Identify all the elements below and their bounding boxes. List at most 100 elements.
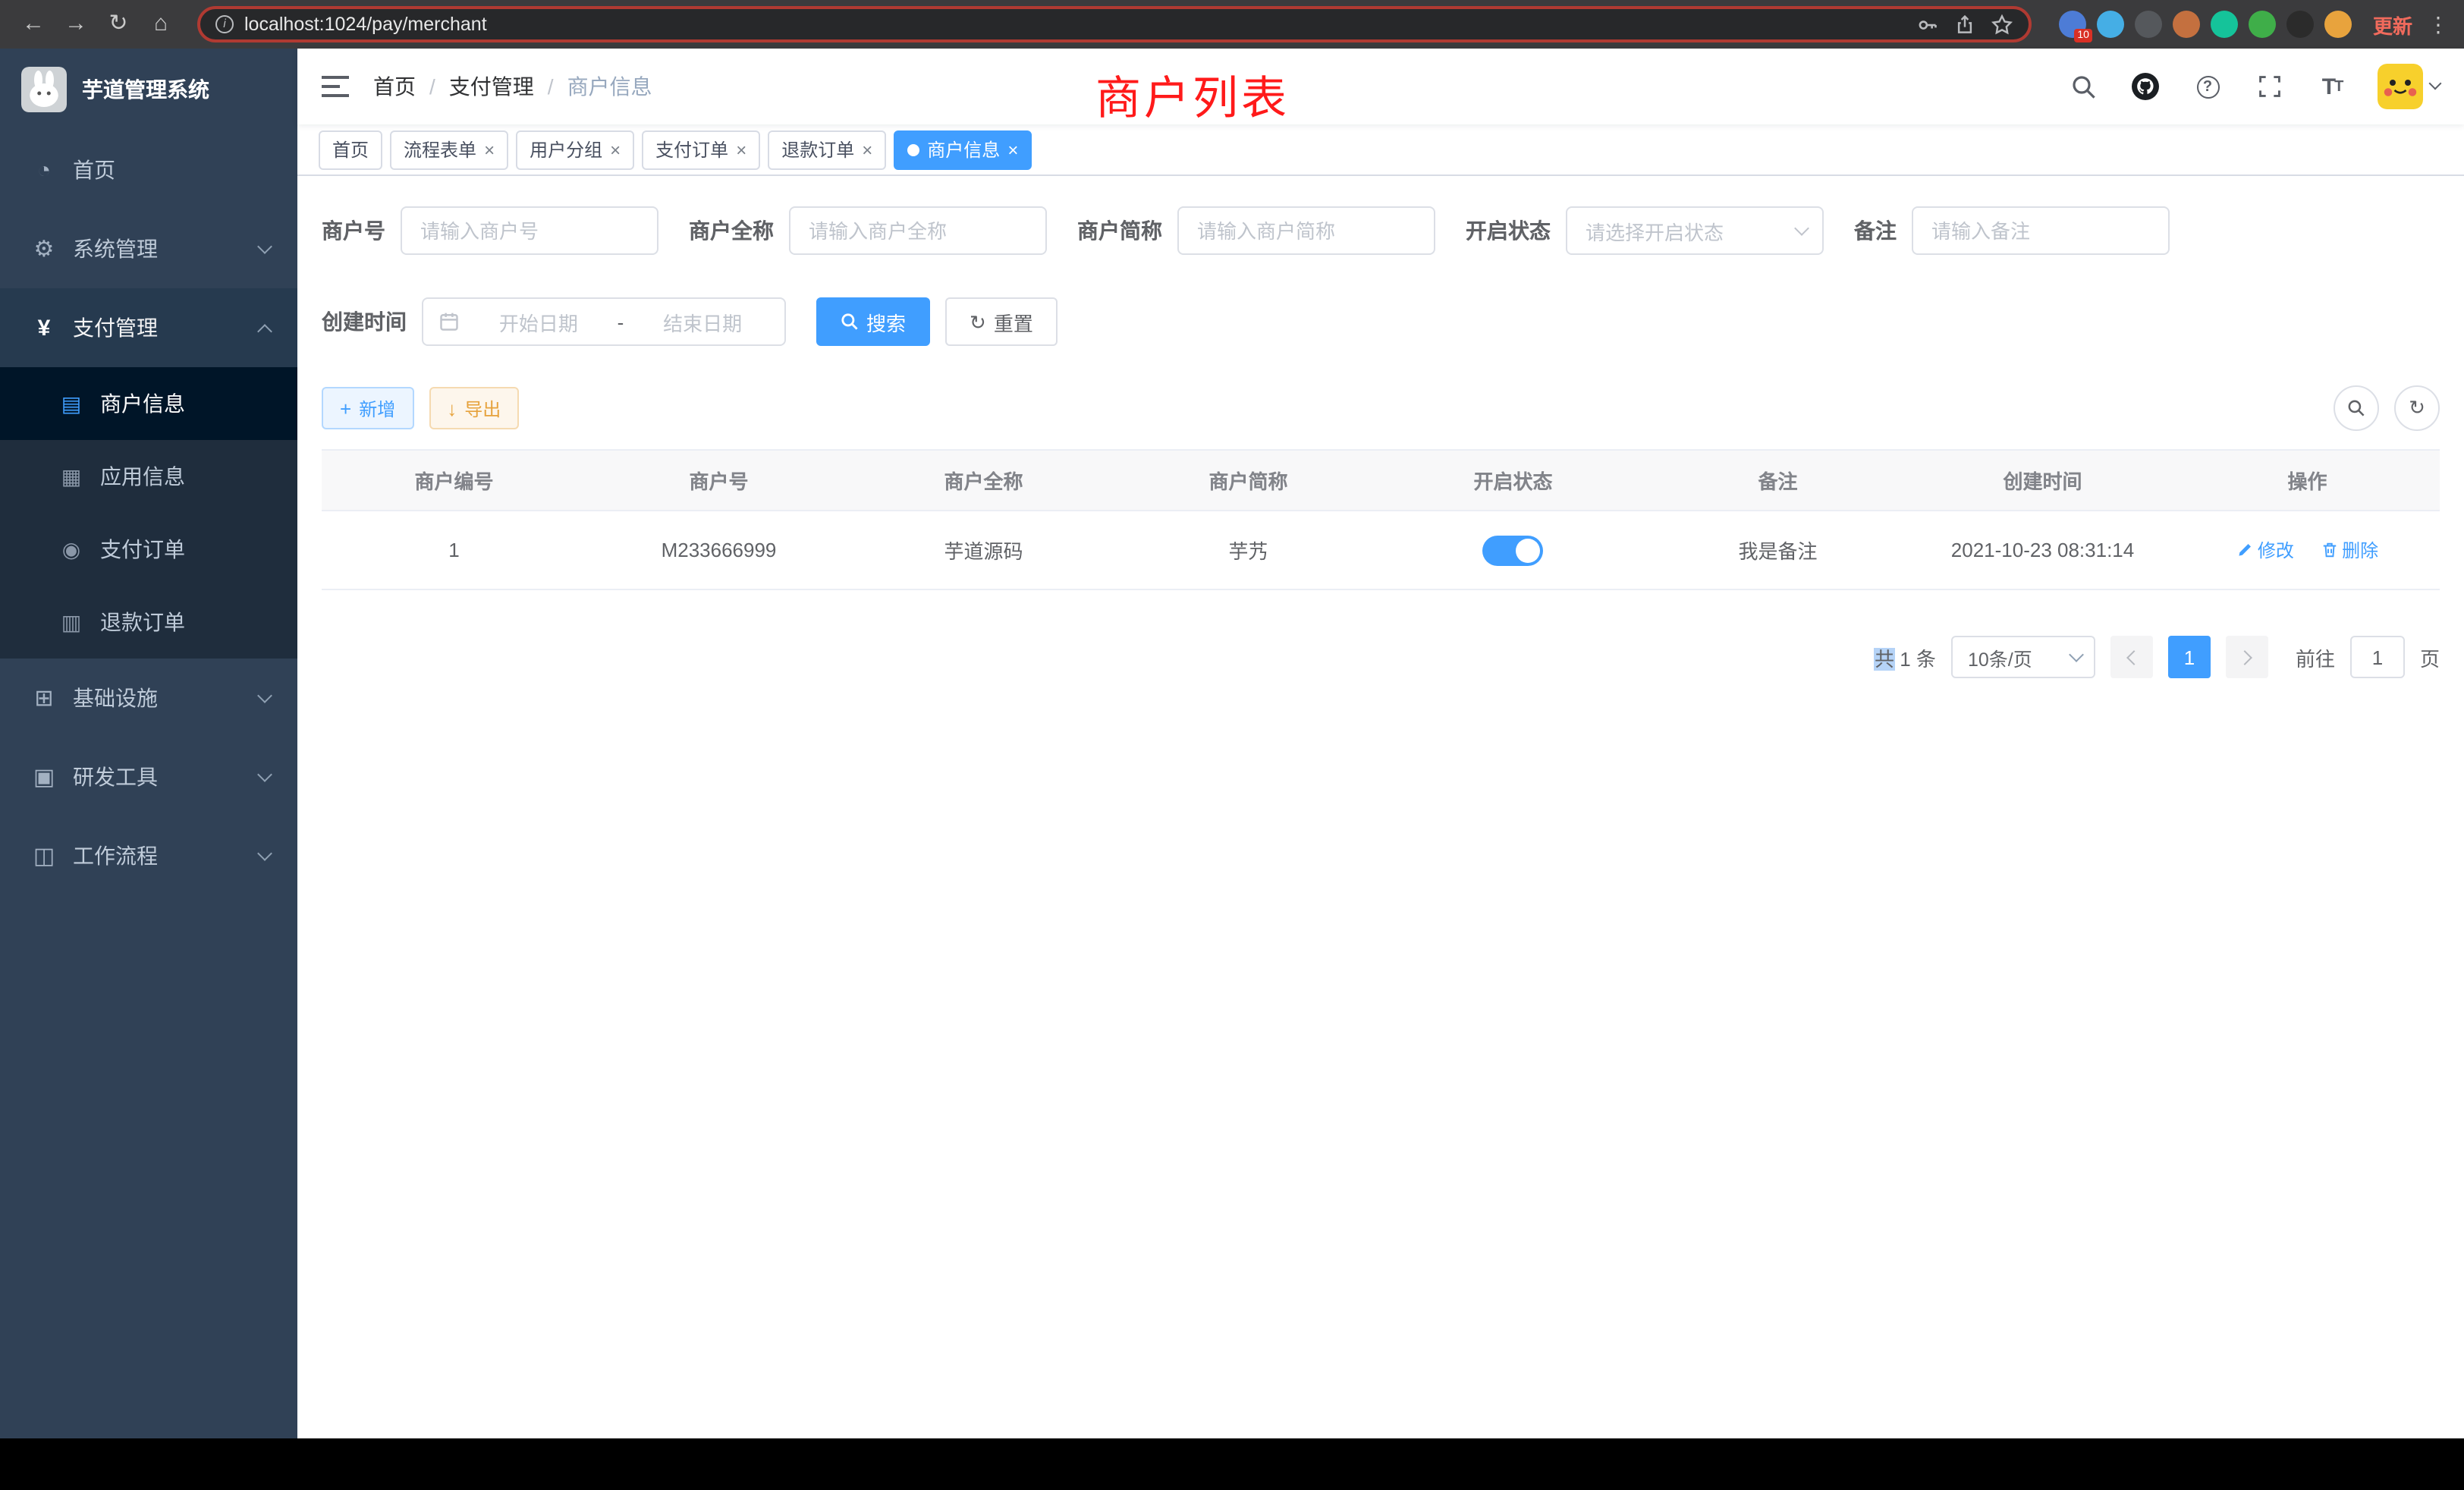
merchant-table: 商户编号 商户号 商户全称 商户简称 开启状态 备注 创建时间 操作 1 M23… xyxy=(322,449,2440,590)
close-icon[interactable]: × xyxy=(484,140,495,159)
status-toggle[interactable] xyxy=(1483,535,1544,565)
extension-icon[interactable] xyxy=(2286,11,2314,38)
sidebar-logo[interactable]: 芋道管理系统 xyxy=(0,49,297,130)
browser-back-icon[interactable]: ← xyxy=(15,0,52,49)
sidebar-item-refund-orders[interactable]: ▥ 退款订单 xyxy=(0,586,297,659)
chevron-left-icon xyxy=(2126,649,2142,665)
sidebar-item-payment[interactable]: ¥ 支付管理 xyxy=(0,288,297,367)
sidebar-item-pay-orders[interactable]: ◉ 支付订单 xyxy=(0,513,297,586)
tab-process-form[interactable]: 流程表单 × xyxy=(390,130,508,169)
full-name-input[interactable] xyxy=(789,206,1047,255)
reset-button[interactable]: ↻ 重置 xyxy=(945,297,1058,346)
chrome-update-button[interactable]: 更新 xyxy=(2373,10,2412,39)
tab-label: 流程表单 xyxy=(404,137,476,162)
app-title: 芋道管理系统 xyxy=(82,74,209,105)
share-icon[interactable] xyxy=(1954,13,1975,36)
font-size-icon[interactable]: TT xyxy=(2315,70,2349,103)
cell-full-name: 芋道源码 xyxy=(851,536,1116,564)
sidebar-item-home[interactable]: ◔ 首页 xyxy=(0,130,297,209)
close-icon[interactable]: × xyxy=(1007,140,1018,159)
page-size-select[interactable]: 10条/页 xyxy=(1951,636,2095,678)
site-info-icon[interactable]: i xyxy=(215,15,234,33)
tab-label: 支付订单 xyxy=(655,137,728,162)
sidebar-item-workflow[interactable]: ◫ 工作流程 xyxy=(0,816,297,895)
address-bar[interactable]: i localhost:1024/pay/merchant xyxy=(197,6,2032,42)
bottom-black-bar xyxy=(0,1438,2464,1490)
refresh-table-button[interactable]: ↻ xyxy=(2394,385,2440,431)
prev-page-button[interactable] xyxy=(2110,636,2153,678)
tags-view: 首页 流程表单 × 用户分组 × 支付订单 × 退款订单 × xyxy=(297,124,2464,176)
total-count: 共 1 条 xyxy=(1875,643,1936,671)
status-select-placeholder: 请选择开启状态 xyxy=(1586,216,1796,245)
sidebar-item-label: 商户信息 xyxy=(100,388,185,419)
sidebar-item-devtools[interactable]: ▣ 研发工具 xyxy=(0,737,297,816)
current-page[interactable]: 1 xyxy=(2168,636,2211,678)
add-button-label: 新增 xyxy=(359,395,395,421)
github-icon[interactable] xyxy=(2129,70,2162,103)
grid-icon: ▦ xyxy=(58,464,85,489)
status-select[interactable]: 请选择开启状态 xyxy=(1566,206,1824,255)
bookmark-star-icon[interactable] xyxy=(1991,13,2013,36)
browser-home-icon[interactable]: ⌂ xyxy=(143,0,179,49)
card-icon: ▤ xyxy=(58,391,85,417)
export-button-label: 导出 xyxy=(464,395,501,421)
tab-merchant-info[interactable]: 商户信息 × xyxy=(894,130,1032,169)
tab-pay-orders[interactable]: 支付订单 × xyxy=(642,130,760,169)
goto-page-input[interactable] xyxy=(2350,636,2405,678)
user-menu[interactable] xyxy=(2378,64,2440,109)
add-button[interactable]: + 新增 xyxy=(322,387,413,429)
tab-label: 退款订单 xyxy=(781,137,854,162)
next-page-button[interactable] xyxy=(2226,636,2268,678)
breadcrumb-payment[interactable]: 支付管理 xyxy=(449,71,534,102)
breadcrumb: 首页 / 支付管理 / 商户信息 xyxy=(373,71,652,102)
sidebar-item-infrastructure[interactable]: ⊞ 基础设施 xyxy=(0,659,297,737)
sidebar-item-app-info[interactable]: ▦ 应用信息 xyxy=(0,440,297,513)
help-icon[interactable]: ? xyxy=(2191,70,2224,103)
close-icon[interactable]: × xyxy=(610,140,621,159)
tab-user-group[interactable]: 用户分组 × xyxy=(516,130,634,169)
sidebar-item-system[interactable]: ⚙ 系统管理 xyxy=(0,209,297,288)
extension-icon[interactable] xyxy=(2135,11,2162,38)
extension-icon[interactable] xyxy=(2211,11,2238,38)
toolbox-icon: ▣ xyxy=(30,763,58,791)
search-icon xyxy=(841,313,859,331)
close-icon[interactable]: × xyxy=(736,140,746,159)
header-search-icon[interactable] xyxy=(2066,70,2100,103)
profile-avatar[interactable] xyxy=(2324,11,2352,38)
export-button[interactable]: ↓ 导出 xyxy=(429,387,519,429)
edit-link[interactable]: 修改 xyxy=(2236,537,2294,563)
browser-menu-icon[interactable]: ⋮ xyxy=(2428,11,2449,37)
tab-refund-orders[interactable]: 退款订单 × xyxy=(768,130,886,169)
tab-home[interactable]: 首页 xyxy=(319,130,382,169)
extension-icon[interactable] xyxy=(2097,11,2124,38)
logo-rabbit-avatar xyxy=(21,67,67,112)
toggle-search-button[interactable] xyxy=(2334,385,2379,431)
extension-icon[interactable] xyxy=(2249,11,2276,38)
browser-reload-icon[interactable]: ↻ xyxy=(100,0,137,49)
short-name-label: 商户简称 xyxy=(1077,215,1162,246)
url-text[interactable]: localhost:1024/pay/merchant xyxy=(244,14,1904,35)
tab-label: 用户分组 xyxy=(530,137,602,162)
sidebar-item-merchant-info[interactable]: ▤ 商户信息 xyxy=(0,367,297,440)
delete-link[interactable]: 删除 xyxy=(2321,537,2378,563)
create-time-range-picker[interactable]: 开始日期 - 结束日期 xyxy=(422,297,786,346)
pencil-icon xyxy=(2236,542,2253,558)
password-key-icon[interactable] xyxy=(1916,13,1939,36)
sidebar-toggle-icon[interactable] xyxy=(322,76,349,97)
breadcrumb-home[interactable]: 首页 xyxy=(373,71,416,102)
goto-label: 前往 xyxy=(2296,643,2335,671)
extension-icon[interactable]: 10 xyxy=(2059,11,2086,38)
active-dot xyxy=(907,143,919,156)
cell-merchant-id: 1 xyxy=(322,539,586,561)
extension-icon[interactable] xyxy=(2173,11,2200,38)
user-avatar[interactable] xyxy=(2378,64,2423,109)
browser-forward-icon[interactable]: → xyxy=(58,0,94,49)
merchant-no-input[interactable] xyxy=(401,206,658,255)
extensions-area: 10 xyxy=(2059,11,2352,38)
remark-input[interactable] xyxy=(1912,206,2170,255)
fullscreen-icon[interactable] xyxy=(2253,70,2286,103)
search-button[interactable]: 搜索 xyxy=(816,297,930,346)
table-header-row: 商户编号 商户号 商户全称 商户简称 开启状态 备注 创建时间 操作 xyxy=(322,451,2440,511)
close-icon[interactable]: × xyxy=(862,140,872,159)
short-name-input[interactable] xyxy=(1177,206,1435,255)
